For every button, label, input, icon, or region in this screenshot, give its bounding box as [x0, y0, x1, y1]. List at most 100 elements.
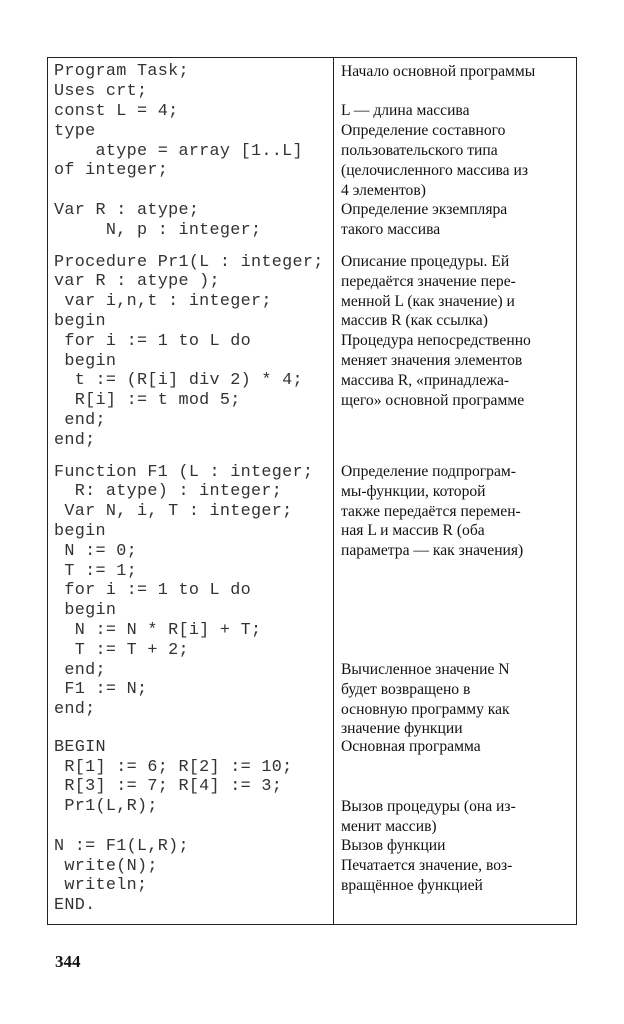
comment-line: менной L (как значение) и [341, 292, 515, 310]
comment-line: L — длина массива [341, 102, 470, 120]
table-row: R[1] := 6; R[2] := 10; [48, 757, 576, 777]
code-line: Pr1(L,R); [54, 797, 158, 817]
table-row: for i := 1 to L do Процедура непосредстве… [48, 331, 576, 351]
code-line: Uses crt; [54, 82, 148, 102]
code-line: R[3] := 7; R[4] := 3; [54, 777, 283, 797]
code-line: Function F1 (L : integer; [54, 462, 314, 482]
table-row: write(N); Печатается значение, воз- [48, 856, 576, 876]
code-line: R[1] := 6; R[2] := 10; [54, 757, 293, 777]
code-table: Program Task; Начало основной программы Us… [47, 57, 577, 925]
code-line: END. [54, 896, 96, 916]
comment-line: щего» основной программе [341, 391, 525, 409]
comment-line: передаётся значение пере- [341, 272, 516, 290]
comment-line: Определение составного [341, 122, 506, 140]
comment-line: такого массива [341, 221, 441, 239]
table-rows: Program Task; Начало основной программы Us… [48, 62, 576, 916]
table-row: 4 элементов) [48, 181, 576, 201]
table-row: N := N * R[i] + T; [48, 621, 576, 641]
code-line: begin [54, 601, 117, 621]
table-row: N, p : integer; такого массива [48, 220, 576, 240]
table-row: менит массив) [48, 817, 576, 837]
table-row: BEGIN Основная программа [48, 738, 576, 758]
table-row: Uses crt; [48, 82, 576, 102]
comment-line: Основная программа [341, 738, 481, 756]
code-line: end; [54, 430, 96, 450]
table-row: begin [48, 601, 576, 621]
comment-line: ная L и массив R (оба [341, 522, 485, 540]
comment-line: (целочисленного массива из [341, 161, 528, 179]
comment-line: вращённое функцией [341, 876, 483, 894]
table-row: значение функции [48, 720, 576, 738]
table-row: end; [48, 430, 576, 450]
table-row: const L = 4; L — длина массива [48, 102, 576, 122]
code-line: BEGIN [54, 737, 106, 757]
table-row: t := (R[i] div 2) * 4; массива R, «принад… [48, 371, 576, 391]
table-row: R: atype) : integer; мы-функции, которой [48, 482, 576, 502]
comment-line: будет возвращено в [341, 680, 471, 698]
table-row: end; основную программу как [48, 700, 576, 720]
comment-line: меняет значения элементов [341, 352, 523, 370]
comment-line: также передаётся перемен- [341, 502, 521, 520]
code-line: end; [54, 660, 106, 680]
table-row: end; [48, 411, 576, 431]
comment-line: Печатается значение, воз- [341, 857, 513, 875]
code-line: R[i] := t mod 5; [54, 391, 241, 411]
code-line: for i := 1 to L do [54, 331, 252, 351]
code-line: F1 := N; [54, 680, 148, 700]
code-line: Var N, i, T : integer; [54, 502, 293, 522]
code-line: end; [54, 700, 96, 720]
code-line: Procedure Pr1(L : integer; [54, 252, 324, 272]
code-line: T := T + 2; [54, 640, 189, 660]
code-line: R: atype) : integer; [54, 482, 283, 502]
comment-line: Вызов процедуры (она из- [341, 797, 516, 815]
table-row: Procedure Pr1(L : integer; Описание проце… [48, 252, 576, 272]
comment-line: Вычисленное значение N [341, 661, 510, 678]
code-line: t := (R[i] div 2) * 4; [54, 371, 303, 391]
comment-line: массива R, «принадлежа- [341, 371, 510, 389]
table-row: Var N, i, T : integer; также передаётся п… [48, 502, 576, 522]
table-row: N := F1(L,R); Вызов функции [48, 836, 576, 856]
table-row: T := T + 2; [48, 640, 576, 660]
code-line: begin [54, 521, 106, 541]
comment-line: Процедура непосредственно [341, 332, 531, 350]
comment-line: Описание процедуры. Ей [341, 253, 510, 271]
table-row: END. [48, 896, 576, 916]
table-row: Function F1 (L : integer; Определение под… [48, 462, 576, 482]
code-line: var i,n,t : integer; [54, 292, 272, 312]
table-row: Program Task; Начало основной программы [48, 62, 576, 82]
table-row: end; Вычисленное значение N [48, 660, 576, 680]
comment-line: мы-функции, которой [341, 482, 486, 500]
code-line: N, p : integer; [54, 220, 262, 240]
row-spacer [48, 450, 576, 462]
table-row: type Определение составного [48, 121, 576, 141]
table-row: begin меняет значения элементов [48, 351, 576, 371]
code-line: T := 1; [54, 561, 137, 581]
table-row: R[3] := 7; R[4] := 3; [48, 777, 576, 797]
table-row: for i := 1 to L do [48, 581, 576, 601]
comment-line: менит массив) [341, 817, 437, 835]
page-number: 344 [55, 952, 81, 971]
table-row: atype = array [1..L] пользовательского ти… [48, 141, 576, 161]
table-row: var i,n,t : integer; менной L (как значен… [48, 292, 576, 312]
table-row: Pr1(L,R); Вызов процедуры (она из- [48, 797, 576, 817]
comment-line: Начало основной программы [341, 62, 536, 80]
table-row: F1 := N; будет возвращено в [48, 680, 576, 700]
comment-line: основную программу как [341, 700, 510, 718]
table-row: N := 0; параметра — как значения) [48, 541, 576, 561]
comment-line: Вызов функции [341, 837, 446, 855]
code-line: type [54, 121, 96, 141]
table-row: var R : atype ); передаётся значение пере… [48, 272, 576, 292]
comment-line: значение функции [341, 719, 463, 737]
code-line: const L = 4; [54, 101, 179, 121]
table-row: R[i] := t mod 5; щего» основной программе [48, 391, 576, 411]
table-row: begin ная L и массив R (оба [48, 522, 576, 542]
code-line: for i := 1 to L do [54, 581, 252, 601]
code-line: Var R : atype; [54, 200, 200, 220]
code-line: write(N); [54, 856, 158, 876]
code-line: begin [54, 351, 117, 371]
row-spacer [48, 240, 576, 252]
code-line: var R : atype ); [54, 272, 220, 292]
comment-line: пользовательского типа [341, 142, 498, 160]
comment-line: параметра — как значения) [341, 542, 524, 560]
comment-line: Определение подпрограм- [341, 463, 516, 481]
